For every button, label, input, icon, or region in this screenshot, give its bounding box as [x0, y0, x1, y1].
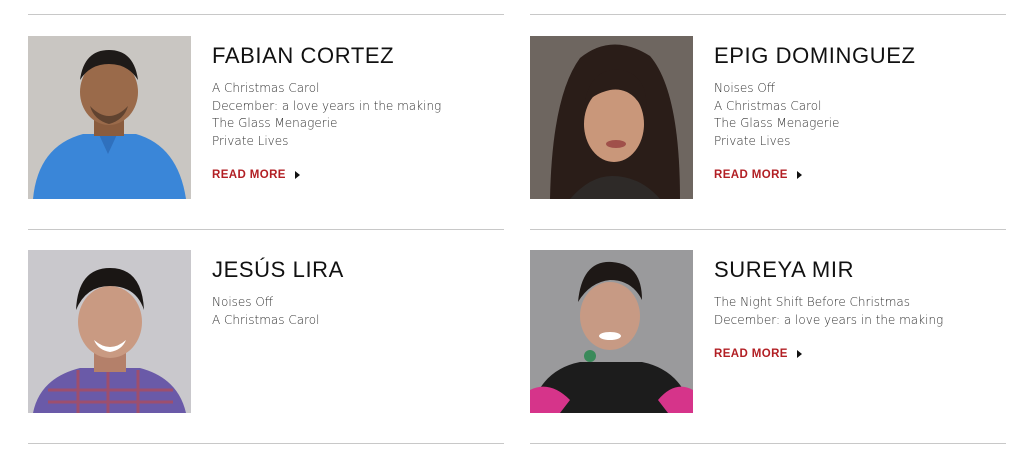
show-title: A Christmas Carol: [212, 312, 320, 327]
show-title: A Christmas Carol: [714, 98, 822, 113]
read-more-link[interactable]: READ MORE: [212, 169, 300, 181]
play-triangle-icon: [796, 171, 802, 179]
show-list: Noises Off A Christmas Carol: [212, 294, 502, 329]
divider: [28, 14, 504, 15]
play-triangle-icon: [294, 171, 300, 179]
actor-photo[interactable]: [530, 36, 693, 199]
actor-photo[interactable]: [28, 36, 191, 199]
actor-card: SUREYA MIR The Night Shift Before Christ…: [530, 250, 1006, 413]
divider: [530, 229, 1006, 230]
actor-card: FABIAN CORTEZ A Christmas Carol December…: [28, 36, 504, 199]
show-title: Noises Off: [714, 81, 776, 95]
divider: [530, 443, 1006, 444]
divider: [28, 443, 504, 444]
actor-name: JESÚS LIRA: [212, 257, 344, 282]
divider: [28, 229, 504, 230]
show-title: The Glass Menagerie: [212, 116, 338, 130]
show-title: Noises Off: [212, 295, 274, 309]
show-title: Private Lives: [714, 133, 791, 148]
show-title: The Glass Menagerie: [714, 116, 840, 130]
play-triangle-icon: [796, 350, 802, 358]
actor-photo[interactable]: [530, 250, 693, 413]
actor-name: EPIG DOMINGUEZ: [714, 43, 916, 68]
divider: [530, 14, 1006, 15]
read-more-label: READ MORE: [212, 169, 286, 181]
read-more-link[interactable]: READ MORE: [714, 169, 802, 181]
actor-card: EPIG DOMINGUEZ Noises Off A Christmas Ca…: [530, 36, 1006, 199]
show-title: A Christmas Carol: [212, 81, 320, 95]
show-list: A Christmas Carol December: a love years…: [212, 80, 502, 150]
show-title: The Night Shift Before Christmas: [714, 295, 911, 309]
show-list: The Night Shift Before Christmas Decembe…: [714, 294, 1004, 329]
read-more-label: READ MORE: [714, 348, 788, 360]
show-title: December: a love years in the making: [714, 312, 944, 327]
actor-photo[interactable]: [28, 250, 191, 413]
read-more-label: READ MORE: [714, 169, 788, 181]
show-title: Private Lives: [212, 133, 289, 148]
actor-name: FABIAN CORTEZ: [212, 43, 395, 68]
read-more-link[interactable]: READ MORE: [714, 348, 802, 360]
actor-card: JESÚS LIRA Noises Off A Christmas Carol: [28, 250, 504, 413]
show-list: Noises Off A Christmas Carol The Glass M…: [714, 80, 1004, 150]
actor-name: SUREYA MIR: [714, 257, 855, 282]
show-title: December: a love years in the making: [212, 98, 442, 113]
